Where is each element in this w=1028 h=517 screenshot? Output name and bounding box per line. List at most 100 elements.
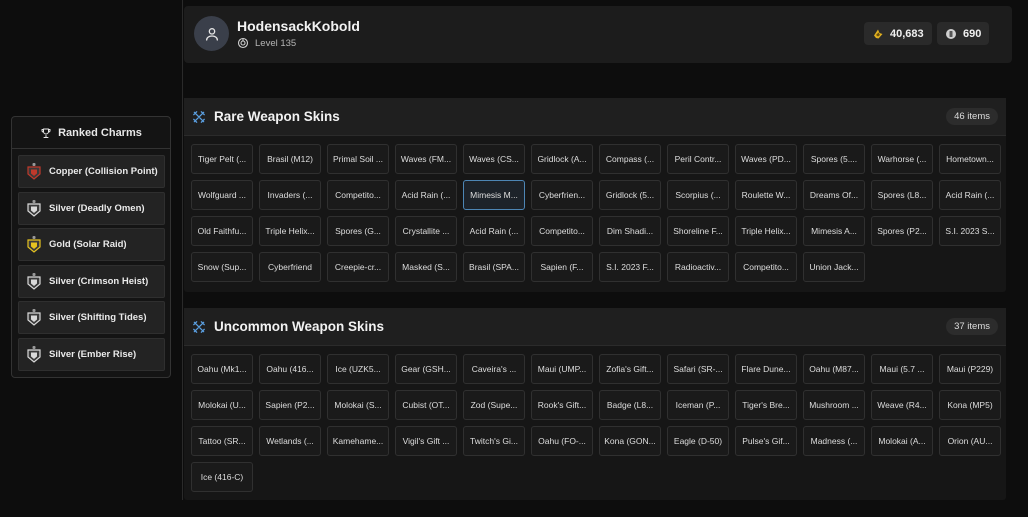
rare-skin-item[interactable]: Spores (G...	[327, 216, 389, 246]
uncommon-skin-item[interactable]: Oahu (FO-...	[531, 426, 593, 456]
rare-skin-item[interactable]: Hometown...	[939, 144, 1001, 174]
rare-skin-item[interactable]: Waves (PD...	[735, 144, 797, 174]
uncommon-skin-item[interactable]: Oahu (M87...	[803, 354, 865, 384]
rare-skin-item[interactable]: Acid Rain (...	[395, 180, 457, 210]
rare-skin-item[interactable]: Masked (S...	[395, 252, 457, 282]
uncommon-skin-item[interactable]: Ice (UZK5...	[327, 354, 389, 384]
crossed-swords-icon	[193, 321, 205, 333]
rare-skin-item[interactable]: Roulette W...	[735, 180, 797, 210]
rare-skin-item[interactable]: Acid Rain (...	[939, 180, 1001, 210]
rare-skin-item[interactable]: Dim Shadi...	[599, 216, 661, 246]
rare-skin-item[interactable]: Peril Contr...	[667, 144, 729, 174]
rare-skin-item[interactable]: Creepie-cr...	[327, 252, 389, 282]
uncommon-skin-item[interactable]: Maui (P229)	[939, 354, 1001, 384]
uncommon-skin-item[interactable]: Pulse's Gif...	[735, 426, 797, 456]
uncommon-skin-item[interactable]: Twitch's Gi...	[463, 426, 525, 456]
uncommon-skin-item[interactable]: Molokai (A...	[871, 426, 933, 456]
uncommon-skin-item[interactable]: Kona (GON...	[599, 426, 661, 456]
charm-item[interactable]: Gold (Solar Raid)	[18, 228, 165, 261]
rare-skin-item[interactable]: Competito...	[735, 252, 797, 282]
uncommon-skin-item[interactable]: Caveira's ...	[463, 354, 525, 384]
rare-skin-item[interactable]: Brasil (M12)	[259, 144, 321, 174]
uncommon-skin-item[interactable]: Zod (Supe...	[463, 390, 525, 420]
avatar[interactable]	[194, 16, 229, 51]
uncommon-skins-header[interactable]: Uncommon Weapon Skins 37 items	[184, 308, 1006, 346]
charm-item[interactable]: Silver (Deadly Omen)	[18, 191, 165, 225]
uncommon-skin-item[interactable]: Kona (MP5)	[939, 390, 1001, 420]
uncommon-skin-item[interactable]: Tattoo (SR...	[191, 426, 253, 456]
rare-skin-item[interactable]: Spores (L8...	[871, 180, 933, 210]
rare-skin-item[interactable]: Tiger Pelt (...	[191, 144, 253, 174]
charm-label: Silver (Shifting Tides)	[49, 312, 147, 323]
rare-skin-item[interactable]: Invaders (...	[259, 180, 321, 210]
silver-charm-icon	[27, 309, 41, 326]
rare-skin-item[interactable]: Wolfguard ...	[191, 180, 253, 210]
rare-skin-item[interactable]: Competito...	[327, 180, 389, 210]
uncommon-skin-item[interactable]: Mushroom ...	[803, 390, 865, 420]
rare-skin-item[interactable]: Competito...	[531, 216, 593, 246]
trophy-icon	[41, 128, 51, 138]
rare-skin-item[interactable]: Primal Soil ...	[327, 144, 389, 174]
uncommon-skin-item[interactable]: Iceman (P...	[667, 390, 729, 420]
uncommon-skin-item[interactable]: Flare Dune...	[735, 354, 797, 384]
charm-item[interactable]: Silver (Ember Rise)	[18, 337, 165, 371]
uncommon-skin-item[interactable]: Molokai (U...	[191, 390, 253, 420]
rare-skin-item[interactable]: Waves (FM...	[395, 144, 457, 174]
uncommon-skin-item[interactable]: Madness (...	[803, 426, 865, 456]
uncommon-skin-item[interactable]: Kamehame...	[327, 426, 389, 456]
rare-skin-item[interactable]: Spores (P2...	[871, 216, 933, 246]
uncommon-skin-item[interactable]: Rook's Gift...	[531, 390, 593, 420]
rare-skin-item[interactable]: Triple Helix...	[735, 216, 797, 246]
uncommon-skin-item[interactable]: Weave (R4...	[871, 390, 933, 420]
rare-skin-item[interactable]: Waves (CS...	[463, 144, 525, 174]
uncommon-skin-item[interactable]: Oahu (416...	[259, 354, 321, 384]
uncommon-skin-item[interactable]: Cubist (OT...	[395, 390, 457, 420]
uncommon-skin-item[interactable]: Zofia's Gift...	[599, 354, 661, 384]
uncommon-skin-item[interactable]: Gear (GSH...	[395, 354, 457, 384]
rare-skin-item[interactable]: Scorpius (...	[667, 180, 729, 210]
rare-skin-item[interactable]: Acid Rain (...	[463, 216, 525, 246]
charm-item[interactable]: Copper (Collision Point)	[18, 155, 165, 188]
rare-skin-item[interactable]: Old Faithfu...	[191, 216, 253, 246]
rare-skins-header[interactable]: Rare Weapon Skins 46 items	[184, 98, 1006, 136]
rare-skin-item[interactable]: S.I. 2023 F...	[599, 252, 661, 282]
uncommon-skin-item[interactable]: Tiger's Bre...	[735, 390, 797, 420]
rare-skin-item[interactable]: Dreams Of...	[803, 180, 865, 210]
uncommon-skin-item[interactable]: Oahu (Mk1...	[191, 354, 253, 384]
rare-skin-item[interactable]: S.I. 2023 S...	[939, 216, 1001, 246]
charm-item[interactable]: Silver (Shifting Tides)	[18, 301, 165, 334]
rare-skin-item[interactable]: Triple Helix...	[259, 216, 321, 246]
player-level: Level 135	[237, 37, 296, 49]
uncommon-skin-item[interactable]: Eagle (D-50)	[667, 426, 729, 456]
uncommon-skin-item[interactable]: Vigil's Gift ...	[395, 426, 457, 456]
uncommon-skin-item[interactable]: Maui (UMP...	[531, 354, 593, 384]
rare-skin-item[interactable]: Cyberfrien...	[531, 180, 593, 210]
rare-skin-item[interactable]: Spores (5....	[803, 144, 865, 174]
uncommon-skins-title: Uncommon Weapon Skins	[214, 319, 385, 334]
renown-balance: 40,683	[864, 22, 932, 45]
uncommon-skin-item[interactable]: Badge (L8...	[599, 390, 661, 420]
uncommon-skin-item[interactable]: Orion (AU...	[939, 426, 1001, 456]
rare-skin-item[interactable]: Snow (Sup...	[191, 252, 253, 282]
uncommon-skin-item[interactable]: Molokai (S...	[327, 390, 389, 420]
rare-skin-item[interactable]: Radioactiv...	[667, 252, 729, 282]
rare-skin-item[interactable]: Mimesis M...	[463, 180, 525, 210]
uncommon-skin-item[interactable]: Wetlands (...	[259, 426, 321, 456]
rare-skin-item[interactable]: Warhorse (...	[871, 144, 933, 174]
rare-skin-item[interactable]: Crystallite ...	[395, 216, 457, 246]
uncommon-skin-item[interactable]: Ice (416-C)	[191, 462, 253, 492]
rare-skin-item[interactable]: Compass (...	[599, 144, 661, 174]
rare-skin-item[interactable]: Mimesis A...	[803, 216, 865, 246]
charm-item[interactable]: Silver (Crimson Heist)	[18, 264, 165, 298]
uncommon-skin-item[interactable]: Sapien (P2...	[259, 390, 321, 420]
rare-skin-item[interactable]: Union Jack...	[803, 252, 865, 282]
rare-skin-item[interactable]: Gridlock (A...	[531, 144, 593, 174]
rare-skin-item[interactable]: Brasil (SPA...	[463, 252, 525, 282]
uncommon-skin-item[interactable]: Maui (5.7 ...	[871, 354, 933, 384]
rare-skin-item[interactable]: Cyberfriend	[259, 252, 321, 282]
ranked-charms-header: Ranked Charms	[12, 117, 170, 149]
uncommon-skin-item[interactable]: Safari (SR-...	[667, 354, 729, 384]
rare-skin-item[interactable]: Gridlock (5...	[599, 180, 661, 210]
rare-skin-item[interactable]: Sapien (F...	[531, 252, 593, 282]
rare-skin-item[interactable]: Shoreline F...	[667, 216, 729, 246]
